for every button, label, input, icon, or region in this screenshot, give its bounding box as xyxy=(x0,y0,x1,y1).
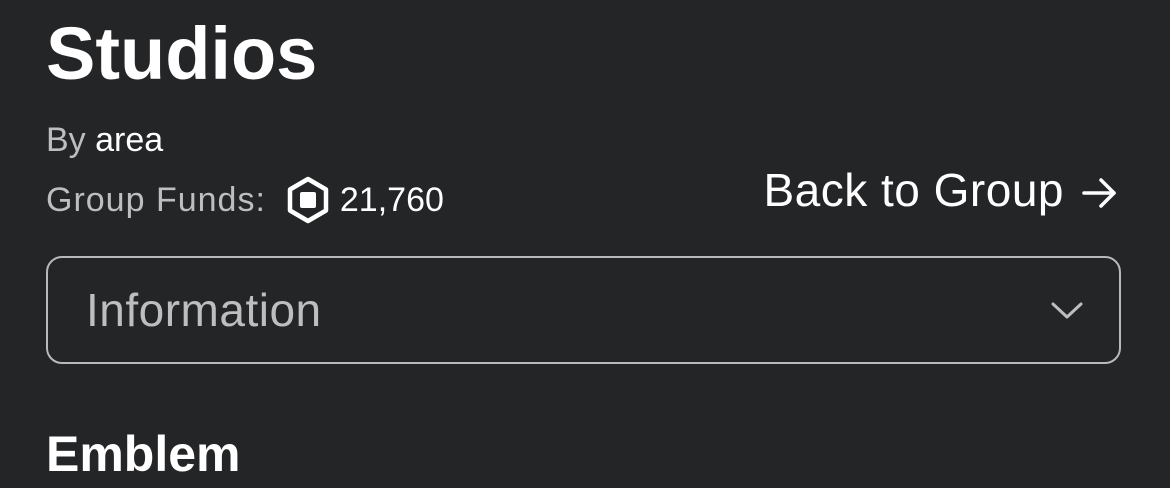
owner-line: By area xyxy=(46,118,163,162)
funds-value: 21,760 xyxy=(339,180,444,219)
robux-icon xyxy=(286,176,330,224)
group-funds: Group Funds: 21,760 xyxy=(46,174,444,226)
arrow-right-icon xyxy=(1080,170,1120,210)
owner-link[interactable]: area xyxy=(95,121,163,159)
back-to-group-label: Back to Group xyxy=(763,164,1064,216)
page-title: Studios xyxy=(46,12,318,95)
funds-label: Group Funds: xyxy=(46,180,266,219)
owner-prefix: By xyxy=(46,121,86,159)
back-to-group-link[interactable]: Back to Group xyxy=(763,162,1120,218)
section-dropdown[interactable]: Information xyxy=(46,256,1121,364)
section-heading: Emblem xyxy=(46,426,241,482)
dropdown-selected-label: Information xyxy=(86,284,322,336)
chevron-down-icon xyxy=(1051,302,1083,319)
